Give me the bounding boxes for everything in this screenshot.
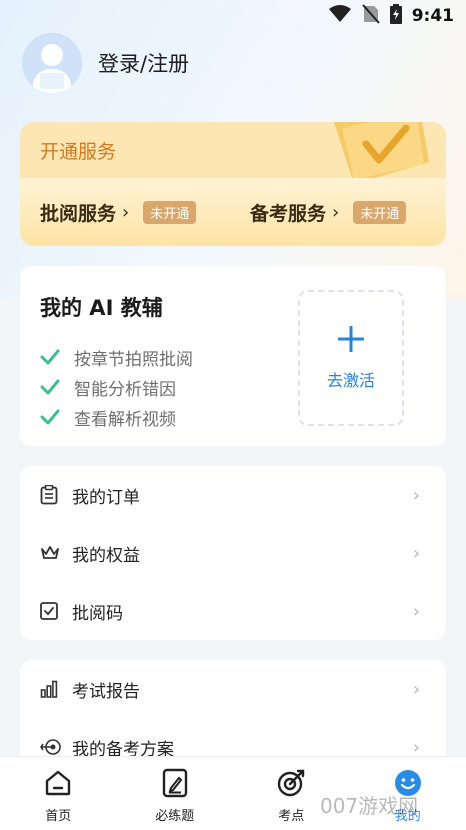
wifi-icon — [328, 5, 352, 27]
home-icon — [44, 767, 72, 799]
clipboard-icon — [40, 485, 62, 505]
target-icon — [40, 738, 62, 756]
no-sim-icon — [361, 4, 380, 28]
ai-tutor-card: 我的 AI 教辅 按章节拍照批阅 智能分析错因 查看解析视频 去激活 — [20, 266, 446, 446]
menu-label: 我的权益 — [72, 545, 140, 566]
service-card: 开通服务 批阅服务 › 未开通 备考服务 › 未开通 — [20, 122, 446, 246]
review-service-item[interactable]: 批阅服务 › 未开通 — [40, 199, 250, 226]
service-label: 批阅服务 — [40, 202, 117, 225]
chevron-right-icon: › — [412, 678, 420, 700]
check-icon — [40, 349, 60, 365]
service-items: 批阅服务 › 未开通 备考服务 › 未开通 — [20, 178, 446, 246]
chevron-right-icon: › — [412, 484, 420, 506]
feature-text: 查看解析视频 — [74, 409, 176, 430]
crown-icon — [40, 545, 62, 561]
feature-item: 查看解析视频 — [40, 402, 193, 432]
feature-item: 智能分析错因 — [40, 372, 193, 402]
status-badge: 未开通 — [143, 200, 197, 224]
menu-label: 批阅码 — [72, 603, 123, 624]
status-bar: 9:41 — [0, 0, 466, 32]
login-register-link[interactable]: 登录/注册 — [98, 48, 189, 78]
account-menu: 我的订单 › 我的权益 › 批阅码 › — [20, 466, 446, 640]
tab-label: 首页 — [45, 809, 72, 824]
profile-header[interactable]: 登录/注册 — [22, 33, 189, 93]
tab-home[interactable]: 首页 — [0, 757, 117, 830]
feature-item: 按章节拍照批阅 — [40, 342, 193, 372]
tab-practice[interactable]: 必练题 — [117, 757, 234, 830]
chevron-right-icon: › — [412, 736, 420, 757]
feature-text: 按章节拍照批阅 — [74, 349, 193, 370]
clock: 9:41 — [411, 6, 454, 26]
menu-item-orders[interactable]: 我的订单 › — [20, 466, 446, 524]
menu-item-benefits[interactable]: 我的权益 › — [20, 524, 446, 582]
exam-menu: 考试报告 › 我的备考方案 › — [20, 660, 446, 756]
plus-icon — [337, 325, 365, 357]
watermark: 007游戏网 — [320, 794, 419, 818]
tab-label: 必练题 — [155, 809, 195, 824]
exam-prep-service-item[interactable]: 备考服务 › 未开通 — [250, 199, 407, 226]
menu-label: 我的订单 — [72, 487, 140, 508]
battery-icon — [389, 4, 402, 28]
feature-text: 智能分析错因 — [74, 379, 176, 400]
menu-item-review-code[interactable]: 批阅码 › — [20, 582, 446, 640]
tab-label: 考点 — [278, 809, 305, 824]
activate-button[interactable]: 去激活 — [298, 290, 404, 426]
menu-item-study-plan[interactable]: 我的备考方案 › — [20, 718, 446, 756]
check-icon — [40, 379, 60, 395]
service-label: 备考服务 — [250, 202, 327, 225]
chevron-right-icon: › — [332, 201, 340, 223]
target-icon — [276, 767, 306, 799]
chevron-right-icon: › — [412, 600, 420, 622]
status-badge: 未开通 — [353, 200, 407, 224]
checkbox-icon — [40, 602, 62, 620]
bar-chart-icon — [40, 680, 62, 698]
chevron-right-icon: › — [412, 542, 420, 564]
menu-label: 我的备考方案 — [72, 739, 174, 757]
ai-tutor-title: 我的 AI 教辅 — [40, 296, 163, 320]
activate-label: 去激活 — [326, 371, 375, 390]
edit-icon — [162, 767, 188, 799]
avatar[interactable] — [22, 33, 82, 93]
menu-item-exam-report[interactable]: 考试报告 › — [20, 660, 446, 718]
check-icon — [40, 409, 60, 425]
menu-label: 考试报告 — [72, 681, 140, 702]
chevron-right-icon: › — [122, 201, 130, 223]
feature-list: 按章节拍照批阅 智能分析错因 查看解析视频 — [40, 342, 193, 432]
